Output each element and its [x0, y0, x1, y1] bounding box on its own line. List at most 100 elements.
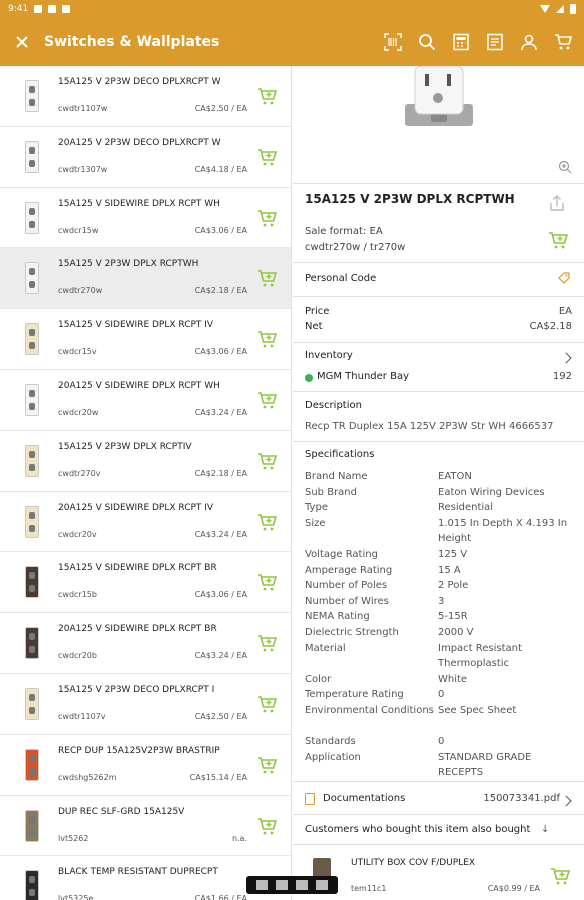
list-item-code: cwdtr270v — [58, 468, 101, 478]
cart-button[interactable] — [552, 31, 574, 53]
add-to-cart-icon[interactable] — [257, 86, 278, 106]
product-codes: cwdtr270w / tr270w — [305, 242, 406, 253]
net-price: CA$2.18 — [529, 321, 572, 332]
recommended-item-price: CA$0.99 / EA — [487, 884, 540, 893]
tag-icon[interactable] — [558, 272, 570, 284]
add-to-cart-icon[interactable] — [257, 329, 278, 349]
also-bought-label: Customers who bought this item also boug… — [305, 824, 531, 835]
barcode-scan-icon — [384, 33, 402, 51]
spec-key: Number of Poles — [305, 580, 388, 592]
list-item[interactable]: 20A125 V SIDEWIRE DPLX RCPT WH cwdcr20w CA… — [0, 369, 291, 431]
nav-segment — [256, 880, 268, 890]
add-to-cart-icon[interactable] — [257, 755, 278, 775]
list-item[interactable]: 15A125 V 2P3W DECO DPLXRCPT W cwdtr1107w C… — [0, 66, 291, 127]
divider — [293, 814, 584, 815]
list-item[interactable]: 15A125 V SIDEWIRE DPLX RCPT IV cwdcr15v CA… — [0, 309, 291, 370]
add-to-cart-icon[interactable] — [257, 694, 278, 714]
calculator-button[interactable] — [450, 31, 472, 53]
arrow-down-icon: ↓ — [541, 824, 550, 835]
list-item[interactable]: 15A125 V 2P3W DPLX RCPTWH cwdtr270w CA$2.1… — [0, 248, 291, 310]
account-button[interactable] — [518, 31, 540, 53]
divider — [293, 262, 584, 263]
spec-key: Application — [305, 751, 361, 763]
list-item-price: CA$3.06 / EA — [194, 225, 247, 235]
divider — [293, 391, 584, 392]
spec-key: Size — [305, 517, 326, 529]
net-label: Net — [305, 321, 323, 332]
list-item-price: CA$15.14 / EA — [189, 772, 247, 782]
share-icon[interactable] — [548, 194, 566, 212]
add-to-cart-icon[interactable] — [257, 451, 278, 471]
product-list: 15A125 V 2P3W DECO DPLXRCPT W cwdtr1107w C… — [0, 66, 292, 900]
add-to-cart-icon[interactable] — [550, 866, 570, 886]
list-item[interactable]: 20A125 V SIDEWIRE DPLX RCPT BR cwdcr20b CA… — [0, 613, 291, 674]
add-to-cart-icon[interactable] — [257, 572, 278, 592]
inventory-count: 192 — [552, 371, 572, 382]
calculator-icon — [453, 33, 469, 51]
list-item-title: 20A125 V SIDEWIRE DPLX RCPT WH — [58, 380, 220, 391]
barcode-scan-button[interactable] — [382, 31, 404, 53]
spec-key: Environmental Conditions — [305, 705, 434, 716]
product-thumbnail — [20, 808, 44, 844]
list-item[interactable]: RECP DUP 15A125V2P3W BRASTRIP cwdshg5262m… — [0, 734, 291, 796]
list-item-title: 20A125 V SIDEWIRE DPLX RCPT BR — [58, 624, 217, 635]
list-item-code: cwdtr270w — [58, 286, 103, 296]
sale-format: Sale format: EA — [305, 226, 383, 237]
inventory-label[interactable]: Inventory — [305, 350, 353, 361]
add-to-cart-icon[interactable] — [257, 268, 278, 288]
list-item-title: 15A125 V 2P3W DECO DPLXRCPT I — [58, 684, 215, 695]
recommended-item-title[interactable]: UTILITY BOX COV F/DUPLEX — [351, 858, 475, 868]
list-item[interactable]: DUP REC SLF-GRD 15A125V lvt5262 n.a. — [0, 795, 291, 857]
product-image[interactable] — [405, 66, 473, 138]
search-button[interactable] — [416, 31, 438, 53]
add-to-cart-icon[interactable] — [257, 208, 278, 228]
spec-value: 2 Pole — [438, 580, 469, 592]
add-to-cart-icon[interactable] — [257, 512, 278, 532]
zoom-icon[interactable] — [558, 160, 572, 174]
list-item[interactable]: 20A125 V SIDEWIRE DPLX RCPT IV cwdcr20v CA… — [0, 491, 291, 553]
personal-code-label[interactable]: Personal Code — [305, 273, 376, 284]
list-item[interactable]: 15A125 V 2P3W DECO DPLXRCPT I cwdtr1107v C… — [0, 673, 291, 735]
divider — [293, 296, 584, 297]
spec-value: Residential — [438, 502, 494, 514]
documentation-file-link[interactable]: 150073341.pdf — [483, 793, 560, 804]
spec-value: 0 — [438, 736, 445, 748]
list-item[interactable]: 15A125 V SIDEWIRE DPLX RCPT WH cwdcr15w CA… — [0, 187, 291, 249]
list-item[interactable]: 20A125 V 2P3W DECO DPLXRCPT W cwdtr1307w C… — [0, 126, 291, 188]
documentations-label[interactable]: Documentations — [323, 793, 405, 804]
list-item[interactable]: 15A125 V SIDEWIRE DPLX RCPT BR cwdcr15b CA… — [0, 552, 291, 614]
spec-value: 2000 V — [438, 627, 474, 638]
nav-segment — [276, 880, 288, 890]
product-thumbnail — [20, 686, 44, 722]
list-item-code: cwdtr1107w — [58, 104, 108, 113]
list-item-title: 15A125 V SIDEWIRE DPLX RCPT IV — [58, 320, 214, 331]
chevron-right-icon[interactable] — [560, 795, 572, 807]
system-navigation-bar[interactable] — [246, 876, 338, 894]
list-item-code: lvt5262 — [58, 833, 89, 843]
list-item-title: 15A125 V 2P3W DPLX RCPTIV — [58, 441, 192, 452]
list-item-price: CA$3.24 / EA — [194, 529, 247, 539]
product-thumbnail — [20, 200, 44, 236]
list-item-title: DUP REC SLF-GRD 15A125V — [58, 806, 185, 817]
spec-key: Brand Name — [305, 471, 368, 482]
spec-key: Voltage Rating — [305, 549, 378, 560]
add-to-cart-icon[interactable] — [548, 230, 568, 250]
list-item-code: lvt5325e — [58, 894, 94, 900]
close-icon — [16, 36, 28, 48]
add-to-cart-icon[interactable] — [257, 147, 278, 167]
add-to-cart-icon[interactable] — [257, 633, 278, 653]
spec-value: Impact Resistant Thermoplastic — [438, 642, 522, 669]
divider — [293, 781, 584, 782]
list-item[interactable]: 15A125 V 2P3W DPLX RCPTIV cwdtr270v CA$2.1… — [0, 430, 291, 492]
chevron-right-icon[interactable] — [560, 352, 572, 364]
close-button[interactable] — [0, 18, 44, 66]
add-to-cart-icon[interactable] — [257, 816, 278, 836]
in-stock-indicator — [305, 374, 313, 382]
list-item-price: n.a. — [231, 833, 247, 843]
battery-icon — [570, 4, 576, 14]
description-text: Recp TR Duplex 15A 125V 2P3W Str WH 4666… — [305, 421, 554, 432]
clipboard-icon — [62, 5, 71, 13]
spec-key: Temperature Rating — [305, 689, 404, 701]
order-pad-button[interactable] — [484, 31, 506, 53]
add-to-cart-icon[interactable] — [257, 390, 278, 410]
